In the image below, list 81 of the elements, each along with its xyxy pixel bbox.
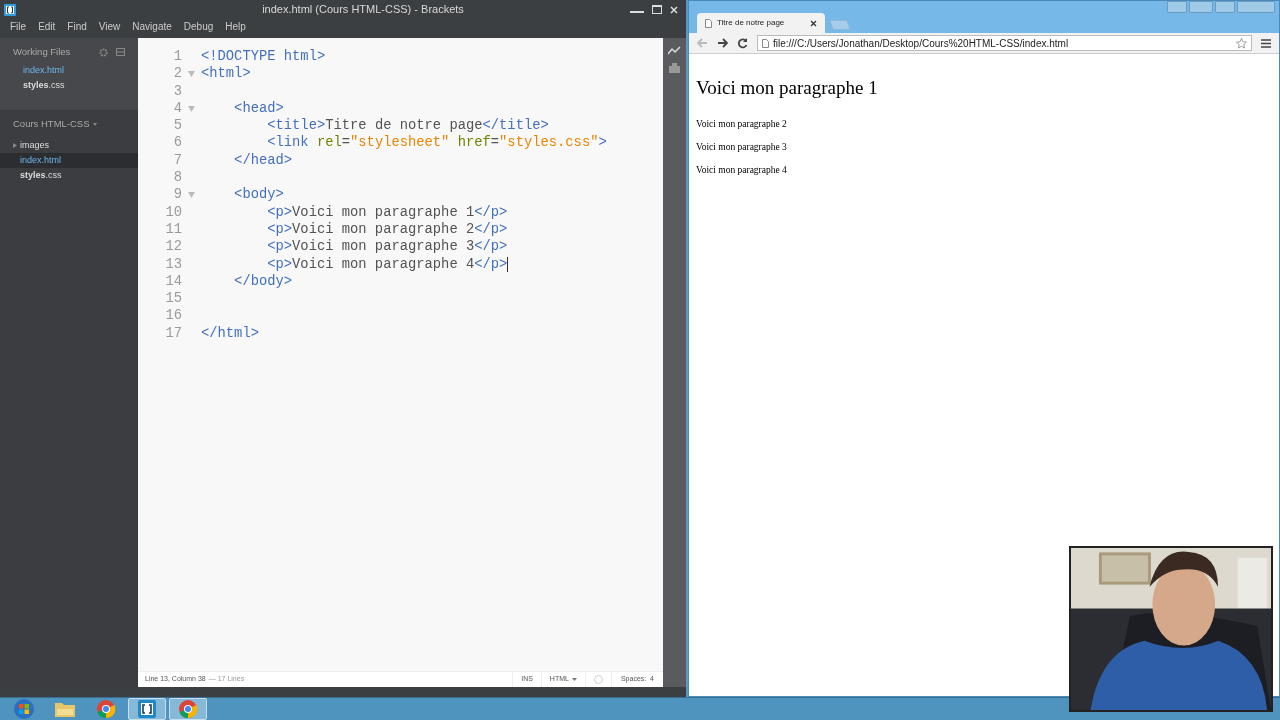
menu-icon[interactable] xyxy=(1261,38,1271,48)
line-number: 12 xyxy=(164,238,182,256)
project-file[interactable]: styles.css xyxy=(0,168,138,183)
line-number: 13 xyxy=(164,255,182,273)
split-view-icon[interactable] xyxy=(116,48,125,56)
folder-item[interactable]: images xyxy=(0,138,138,153)
line-number: 16 xyxy=(164,307,182,325)
code-line: <html> xyxy=(201,65,251,83)
code-line: <!DOCTYPE html> xyxy=(201,48,326,66)
brackets-logo-icon xyxy=(4,3,16,16)
menu-item[interactable]: File xyxy=(10,19,27,34)
menu-item[interactable]: Help xyxy=(225,19,246,34)
line-number: 7 xyxy=(172,151,182,170)
forward-icon[interactable] xyxy=(717,38,728,48)
code-line: <body> xyxy=(233,186,284,204)
address-bar[interactable]: file:///C:/Users/Jonathan/Desktop/Cours%20HTML-CSS/index.html xyxy=(757,35,1252,51)
code-line: </body> xyxy=(233,272,293,291)
chrome-icon xyxy=(178,699,198,719)
fold-arrow-icon[interactable] xyxy=(188,192,195,198)
code-line: <p>Voici mon paragraphe 1</p> xyxy=(266,203,508,221)
section-label: Working Files xyxy=(13,44,71,59)
line-number: 15 xyxy=(164,290,182,308)
close-icon[interactable] xyxy=(670,5,678,14)
back-icon[interactable] xyxy=(697,38,708,48)
taskbar-button[interactable] xyxy=(169,698,207,720)
code-line: <head> xyxy=(233,99,284,118)
line-number: 11 xyxy=(164,220,182,239)
line-number: 3 xyxy=(172,82,182,100)
code-line: <title>Titre de notre page</title> xyxy=(266,117,549,135)
line-number: 5 xyxy=(172,117,182,135)
line-number: 10 xyxy=(164,203,182,221)
fold-arrow-icon[interactable] xyxy=(188,70,195,77)
browser-tab[interactable]: Titre de notre page xyxy=(697,13,825,33)
line-number: 14 xyxy=(164,272,182,291)
working-file[interactable]: styles.css xyxy=(0,78,138,93)
line-number: 4 xyxy=(172,99,182,118)
lint-status-icon[interactable] xyxy=(593,675,603,684)
page-heading: Voici mon paragraphe 1 xyxy=(696,76,879,100)
page-paragraph: Voici mon paragraphe 2 xyxy=(696,117,788,129)
code-line: </html> xyxy=(201,324,259,343)
working-file[interactable]: index.html xyxy=(0,63,138,78)
brackets-icon xyxy=(138,700,156,718)
line-number: 6 xyxy=(172,134,182,152)
page-paragraph: Voici mon paragraphe 3 xyxy=(696,140,788,152)
line-number: 9 xyxy=(172,186,182,204)
line-number: 17 xyxy=(164,324,182,343)
star-icon[interactable] xyxy=(1236,37,1247,49)
new-tab-button[interactable] xyxy=(829,20,851,30)
page-icon xyxy=(705,18,712,28)
taskbar-button[interactable] xyxy=(128,698,166,720)
close-button[interactable] xyxy=(1237,1,1275,13)
caret-icon xyxy=(92,122,97,126)
user-button[interactable] xyxy=(1167,1,1187,13)
windows-orb-icon xyxy=(13,698,35,720)
code-line: <p>Voici mon paragraphe 2</p> xyxy=(266,220,508,239)
page-icon xyxy=(762,38,769,48)
menu-item[interactable]: Debug xyxy=(183,19,214,34)
close-tab-icon[interactable] xyxy=(810,19,817,27)
live-preview-icon[interactable] xyxy=(668,46,681,55)
extension-icon[interactable] xyxy=(669,63,680,73)
fold-arrow-icon[interactable] xyxy=(188,105,195,112)
chrome-icon xyxy=(96,699,116,719)
line-number: 2 xyxy=(172,65,182,83)
code-line: <p>Voici mon paragraphe 4</p> xyxy=(266,255,509,273)
code-line: </head> xyxy=(233,151,293,170)
menu-item[interactable]: Navigate xyxy=(132,19,172,34)
line-number: 1 xyxy=(172,48,182,66)
project-title[interactable]: Cours HTML-CSS xyxy=(13,116,90,132)
window-title: index.html (Cours HTML-CSS) - Brackets xyxy=(261,2,464,18)
page-paragraph: Voici mon paragraphe 4 xyxy=(696,163,788,175)
folder-icon xyxy=(54,700,76,718)
project-file[interactable]: index.html xyxy=(0,153,138,168)
menu-item[interactable]: View xyxy=(98,19,121,34)
menu-item[interactable]: Edit xyxy=(38,19,56,34)
code-line: <p>Voici mon paragraphe 3</p> xyxy=(266,238,508,256)
line-number: 8 xyxy=(172,169,182,187)
reload-icon[interactable] xyxy=(737,37,748,49)
caret-icon xyxy=(571,678,577,681)
code-line: <link rel="stylesheet" href="styles.css"> xyxy=(266,134,607,152)
settings-icon[interactable] xyxy=(99,47,108,57)
menu-item[interactable]: Find xyxy=(67,19,87,34)
